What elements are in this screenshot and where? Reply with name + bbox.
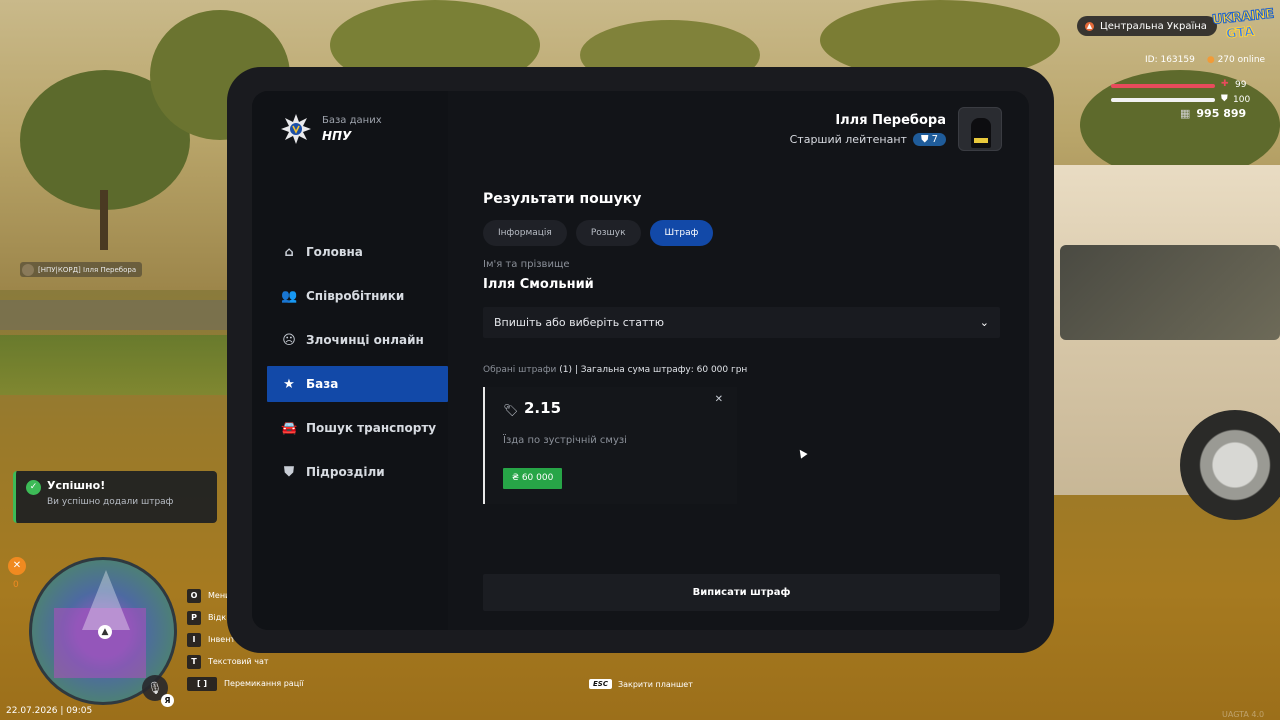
player-id-line: ID: 163159 ● 270 online — [1145, 55, 1265, 65]
version-label: UAGTA 4.0 — [1222, 710, 1265, 719]
armor-value: 100 — [1233, 95, 1251, 105]
remove-fine-close-icon[interactable]: ✕ — [715, 394, 723, 405]
player-nametag: [НПУ|КОРД] Ілля Перебора — [20, 262, 143, 277]
date-time: 22.07.2026 | 09:05 — [6, 706, 93, 716]
star-icon: ★ — [283, 376, 295, 392]
car-icon: 🚘 — [281, 420, 298, 436]
sidebar-item-label: Співробітники — [306, 289, 405, 303]
fines-summary: Обрані штрафи (1) | Загальна сума штрафу… — [483, 365, 748, 375]
armor-bar — [1111, 98, 1215, 102]
money-icon: ▦ — [1180, 107, 1191, 120]
game-logo: UKRAINE GTA — [1211, 6, 1275, 43]
close-tablet-hint: ESC Закрити планшет — [589, 679, 693, 689]
citizen-name: Ілля Смольний — [483, 277, 594, 292]
esc-key: ESC — [589, 679, 612, 689]
name-label: Ім'я та прізвище — [483, 259, 570, 270]
sidebar-item-label: Головна — [306, 245, 363, 259]
article-select-placeholder: Впишіть або виберіть статтю — [494, 316, 665, 329]
fine-description: Їзда по зустрічній смузі — [503, 435, 627, 446]
brand: База даних НПУ — [280, 113, 382, 145]
search-results: Результати пошуку Інформація Розшук Штра… — [483, 91, 1003, 630]
nametag-avatar — [22, 263, 34, 276]
mic-key-badge: Я — [161, 694, 174, 707]
shield-icon: ⛊ — [284, 464, 294, 480]
armor-icon: ⛊ — [1221, 94, 1228, 104]
online-icon: ● — [1206, 55, 1215, 65]
results-title: Результати пошуку — [483, 191, 642, 207]
users-icon: 👥 — [281, 288, 298, 304]
hunger-value: 0 — [13, 580, 19, 590]
key-hint: [ ] Перемикання рації — [187, 676, 304, 691]
fine-article: 2.15 — [524, 399, 562, 417]
sidebar-item-label: Пошук транспорту — [306, 421, 437, 435]
region-icon: ▲ — [1085, 21, 1094, 31]
tab-wanted[interactable]: Розшук — [575, 220, 641, 246]
health-value: 99 — [1235, 80, 1247, 90]
results-tabs: Інформація Розшук Штраф — [483, 220, 714, 246]
health-icon: ✚ — [1221, 79, 1229, 89]
key-hint: T Текстовий чат — [187, 654, 304, 669]
issue-fine-button[interactable]: Виписати штраф — [483, 574, 1000, 611]
region-name: Центральна Україна — [1100, 20, 1207, 32]
minimap-view-cone — [82, 570, 130, 630]
sidebar-item-label: Злочинці онлайн — [306, 333, 424, 347]
sidebar-nav: ⌂ Головна 👥 Співробітники ☹ Злочинці онл… — [267, 234, 448, 498]
hunger-icon: ✕ — [8, 557, 26, 575]
player-id: ID: 163159 — [1145, 55, 1195, 65]
sidebar-item-label: База — [306, 377, 339, 391]
sidebar-item-criminals-online[interactable]: ☹ Злочинці онлайн — [267, 322, 448, 358]
chevron-down-icon: ⌄ — [979, 316, 989, 329]
tablet-screen: База даних НПУ ⌂ Головна 👥 Співробітники… — [252, 91, 1029, 630]
sidebar-item-employees[interactable]: 👥 Співробітники — [267, 278, 448, 314]
police-star-icon — [281, 114, 311, 144]
success-toast: ✓ Успішно! Ви успішно додали штраф — [13, 471, 217, 523]
tag-icon: 🏷 — [503, 403, 519, 417]
fine-card: 🏷 2.15 ✕ Їзда по зустрічній смузі ₴ 60 0… — [483, 387, 737, 504]
sidebar-item-database[interactable]: ★ База — [267, 366, 448, 402]
brand-title: НПУ — [322, 129, 352, 143]
article-select[interactable]: Впишіть або виберіть статтю ⌄ — [483, 307, 1000, 338]
money-display: ▦ 995 899 — [1180, 107, 1246, 120]
player-marker-icon: ▲ — [98, 625, 112, 639]
home-icon: ⌂ — [284, 244, 294, 260]
region-badge: ▲ Центральна Україна — [1077, 16, 1217, 36]
tree-trunk — [100, 190, 108, 250]
tab-fine[interactable]: Штраф — [649, 220, 714, 246]
fine-amount-badge: ₴ 60 000 — [503, 468, 563, 489]
sidebar-item-home[interactable]: ⌂ Головна — [267, 234, 448, 270]
health-bar — [1111, 84, 1215, 88]
tab-information[interactable]: Інформація — [483, 220, 567, 246]
check-icon: ✓ — [26, 480, 41, 495]
sidebar-item-units[interactable]: ⛊ Підрозділи — [267, 454, 448, 490]
toast-message: Ви успішно додали штраф — [47, 497, 174, 507]
brand-subtitle: База даних — [322, 115, 382, 126]
online-count: 270 online — [1217, 55, 1266, 65]
sidebar-item-vehicle-search[interactable]: 🚘 Пошук транспорту — [267, 410, 448, 446]
sidebar-item-label: Підрозділи — [306, 465, 385, 479]
money-value: 995 899 — [1196, 107, 1247, 120]
vehicle-window — [1060, 245, 1280, 340]
sidebar: База даних НПУ ⌂ Головна 👥 Співробітники… — [252, 91, 448, 630]
criminal-icon: ☹ — [282, 332, 296, 348]
vehicle-wheel — [1180, 410, 1280, 520]
toast-title: Успішно! — [47, 479, 106, 492]
